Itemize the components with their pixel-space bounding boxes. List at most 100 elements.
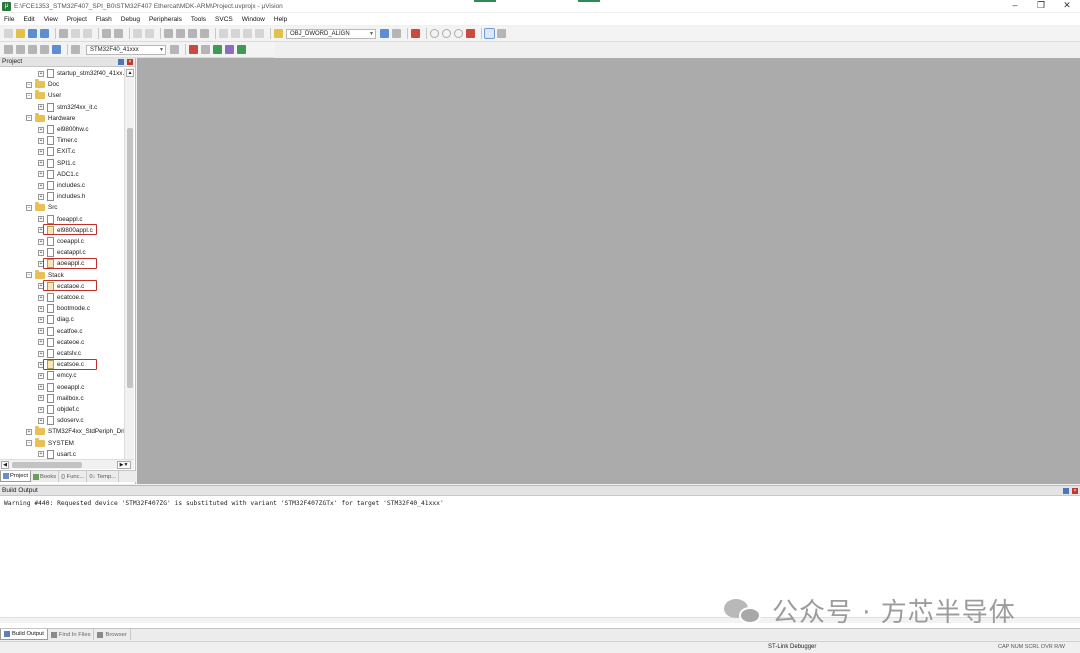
- menu-view[interactable]: View: [44, 16, 58, 23]
- tree-folder[interactable]: − User: [26, 90, 61, 101]
- configure-icon[interactable]: [497, 29, 506, 38]
- tree-file[interactable]: + foeappl.c: [38, 214, 83, 225]
- close-panel-icon[interactable]: ×: [1072, 488, 1078, 494]
- menu-svcs[interactable]: SVCS: [215, 16, 233, 23]
- menu-edit[interactable]: Edit: [23, 16, 34, 23]
- pin-icon[interactable]: [118, 59, 124, 65]
- expand-icon[interactable]: +: [38, 238, 44, 245]
- tree-folder[interactable]: − Doc: [26, 79, 59, 90]
- translate-icon[interactable]: [4, 45, 13, 54]
- tree-file[interactable]: + objdef.c: [38, 404, 79, 415]
- collapse-icon[interactable]: −: [26, 440, 32, 447]
- stop-build-icon[interactable]: [71, 45, 80, 54]
- menu-flash[interactable]: Flash: [96, 16, 112, 23]
- bookmark-clear-icon[interactable]: [200, 29, 209, 38]
- expand-icon[interactable]: +: [38, 350, 44, 357]
- maximize-button[interactable]: ❐: [1028, 0, 1054, 12]
- uncomment-icon[interactable]: [255, 29, 264, 38]
- pin-icon[interactable]: [1063, 488, 1069, 494]
- tab-build-output[interactable]: Build Output: [0, 629, 48, 640]
- bookmark-insert-icon[interactable]: [164, 29, 173, 38]
- tree-file[interactable]: + bootmode.c: [38, 303, 90, 314]
- expand-icon[interactable]: +: [38, 126, 44, 133]
- save-all-icon[interactable]: [40, 29, 49, 38]
- tree-file[interactable]: + ecatappl.c: [38, 247, 86, 258]
- collapse-icon[interactable]: −: [26, 272, 32, 279]
- expand-icon[interactable]: +: [38, 294, 44, 301]
- collapse-icon[interactable]: −: [26, 92, 32, 99]
- new-file-icon[interactable]: [4, 29, 13, 38]
- copy-icon[interactable]: [71, 29, 80, 38]
- pack-installer-icon[interactable]: [213, 45, 222, 54]
- expand-icon[interactable]: +: [38, 406, 44, 413]
- tree-file[interactable]: + includes.h: [38, 191, 85, 202]
- rebuild-icon[interactable]: [28, 45, 37, 54]
- expand-icon[interactable]: +: [38, 305, 44, 312]
- minimize-button[interactable]: –: [1002, 0, 1028, 12]
- menu-file[interactable]: File: [4, 16, 14, 23]
- close-window-button[interactable]: ✕: [1054, 0, 1080, 12]
- expand-icon[interactable]: +: [38, 451, 44, 458]
- tree-file[interactable]: + coeappl.c: [38, 236, 84, 247]
- tree-file[interactable]: + ecatcoe.c: [38, 292, 84, 303]
- tree-horizontal-scrollbar[interactable]: ◀ ▶▼: [0, 459, 134, 469]
- tree-file[interactable]: + ADC1.c: [38, 169, 79, 180]
- tree-folder[interactable]: − Stack: [26, 269, 64, 281]
- expand-icon[interactable]: +: [38, 384, 44, 391]
- breakpoint-disable-icon[interactable]: [454, 29, 463, 38]
- window-layout-icon[interactable]: [484, 28, 495, 39]
- tree-file[interactable]: + eoeappl.c: [38, 382, 84, 393]
- tree-file[interactable]: + el9800hw.c: [38, 124, 89, 135]
- collapse-icon[interactable]: −: [26, 115, 32, 122]
- save-icon[interactable]: [28, 29, 37, 38]
- comment-icon[interactable]: [243, 29, 252, 38]
- download-icon[interactable]: [52, 45, 61, 54]
- redo-icon[interactable]: [114, 29, 123, 38]
- tree-folder[interactable]: − SYSTEM: [26, 437, 74, 449]
- tree-file[interactable]: + stm32f4xx_it.c: [38, 102, 97, 113]
- debug-start-icon[interactable]: [411, 29, 420, 38]
- bookmark-next-icon[interactable]: [188, 29, 197, 38]
- target-options-icon[interactable]: [170, 45, 179, 54]
- menu-project[interactable]: Project: [67, 16, 87, 23]
- cut-icon[interactable]: [59, 29, 68, 38]
- find-combo[interactable]: OBJ_DWORD_ALIGN ▼: [286, 28, 376, 39]
- expand-icon[interactable]: +: [38, 372, 44, 379]
- tab-functions[interactable]: {} Func...: [59, 471, 88, 482]
- build-output-text[interactable]: Warning #440: Requested device 'STM32F40…: [4, 500, 444, 507]
- unindent-icon[interactable]: [231, 29, 240, 38]
- breakpoint-insert-icon[interactable]: [430, 29, 439, 38]
- expand-icon[interactable]: +: [26, 428, 32, 435]
- batch-build-icon[interactable]: [40, 45, 49, 54]
- tab-project[interactable]: Project: [0, 471, 32, 482]
- incremental-find-icon[interactable]: [392, 29, 401, 38]
- build-icon[interactable]: [16, 45, 25, 54]
- menu-window[interactable]: Window: [242, 16, 265, 23]
- breakpoint-enable-icon[interactable]: [442, 29, 451, 38]
- tree-file[interactable]: + SPI1.c: [38, 158, 76, 169]
- expand-icon[interactable]: +: [38, 70, 44, 77]
- tree-vertical-scrollbar[interactable]: ▲: [124, 68, 134, 459]
- manage-project-icon[interactable]: [189, 45, 198, 54]
- expand-icon[interactable]: +: [38, 328, 44, 335]
- expand-icon[interactable]: +: [38, 417, 44, 424]
- tree-file[interactable]: + startup_stm32f40_41xx.s: [38, 68, 124, 79]
- find-icon[interactable]: [380, 29, 389, 38]
- expand-icon[interactable]: +: [38, 395, 44, 402]
- scroll-right-icon[interactable]: ▶▼: [117, 461, 131, 469]
- expand-icon[interactable]: +: [38, 160, 44, 167]
- tree-folder[interactable]: + STM32F4xx_StdPeriph_Dri: [26, 426, 124, 437]
- close-panel-icon[interactable]: ×: [127, 59, 133, 65]
- tree-folder[interactable]: − Src: [26, 202, 57, 213]
- tree-file[interactable]: + EXIT.c: [38, 146, 75, 157]
- expand-icon[interactable]: +: [38, 171, 44, 178]
- tab-books[interactable]: Books: [31, 471, 60, 482]
- paste-icon[interactable]: [83, 29, 92, 38]
- expand-icon[interactable]: +: [38, 137, 44, 144]
- collapse-icon[interactable]: −: [26, 204, 32, 211]
- expand-icon[interactable]: +: [38, 249, 44, 256]
- scroll-left-icon[interactable]: ◀: [1, 461, 9, 469]
- navigate-forward-icon[interactable]: [145, 29, 154, 38]
- target-select[interactable]: STM32F40_41xxx ▼: [86, 44, 166, 55]
- menu-tools[interactable]: Tools: [191, 16, 206, 23]
